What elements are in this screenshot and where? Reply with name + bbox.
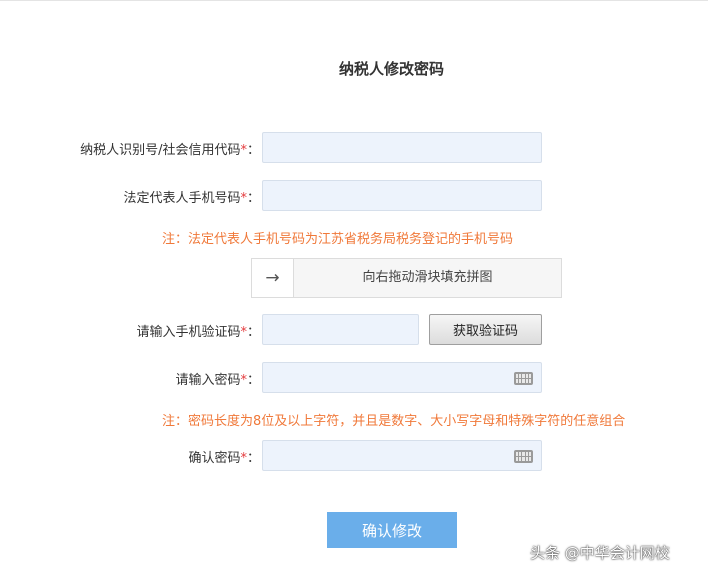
legal-phone-field[interactable] <box>262 180 542 211</box>
slider-hint: 向右拖动滑块填充拼图 <box>362 270 493 285</box>
keyboard-icon[interactable] <box>514 372 533 385</box>
confirm-password-label: 确认密码*： <box>188 451 260 466</box>
arrow-right-icon[interactable]: → <box>252 259 294 297</box>
taxpayer-id-label: 纳税人识别号/社会信用代码*： <box>80 143 260 158</box>
sms-code-field[interactable] <box>262 314 419 345</box>
password-input[interactable] <box>263 363 541 392</box>
watermark: 头条 @中华会计网校 <box>530 544 670 562</box>
sms-code-label: 请输入手机验证码*： <box>136 325 260 340</box>
page-title: 纳税人修改密码 <box>338 60 444 78</box>
password-note: 注：密码长度为8位及以上字符，并且是数字、大小写字母和特殊字符的任意组合 <box>162 414 626 429</box>
taxpayer-id-field[interactable] <box>262 132 542 163</box>
confirm-password-field[interactable] <box>262 440 542 471</box>
slider-captcha[interactable]: → 向右拖动滑块填充拼图 <box>251 258 562 298</box>
legal-phone-label: 法定代表人手机号码*： <box>123 191 260 206</box>
confirm-password-input[interactable] <box>263 441 541 470</box>
sms-code-input[interactable] <box>263 315 418 344</box>
confirm-submit-button[interactable]: 确认修改 <box>327 512 457 548</box>
password-field[interactable] <box>262 362 542 393</box>
get-code-button[interactable]: 获取验证码 <box>429 314 542 345</box>
taxpayer-id-input[interactable] <box>263 133 541 162</box>
top-divider <box>0 0 708 1</box>
keyboard-icon[interactable] <box>514 450 533 463</box>
phone-note: 注：法定代表人手机号码为江苏省税务局税务登记的手机号码 <box>162 232 514 247</box>
legal-phone-input[interactable] <box>263 181 541 210</box>
password-label: 请输入密码*： <box>175 373 260 388</box>
